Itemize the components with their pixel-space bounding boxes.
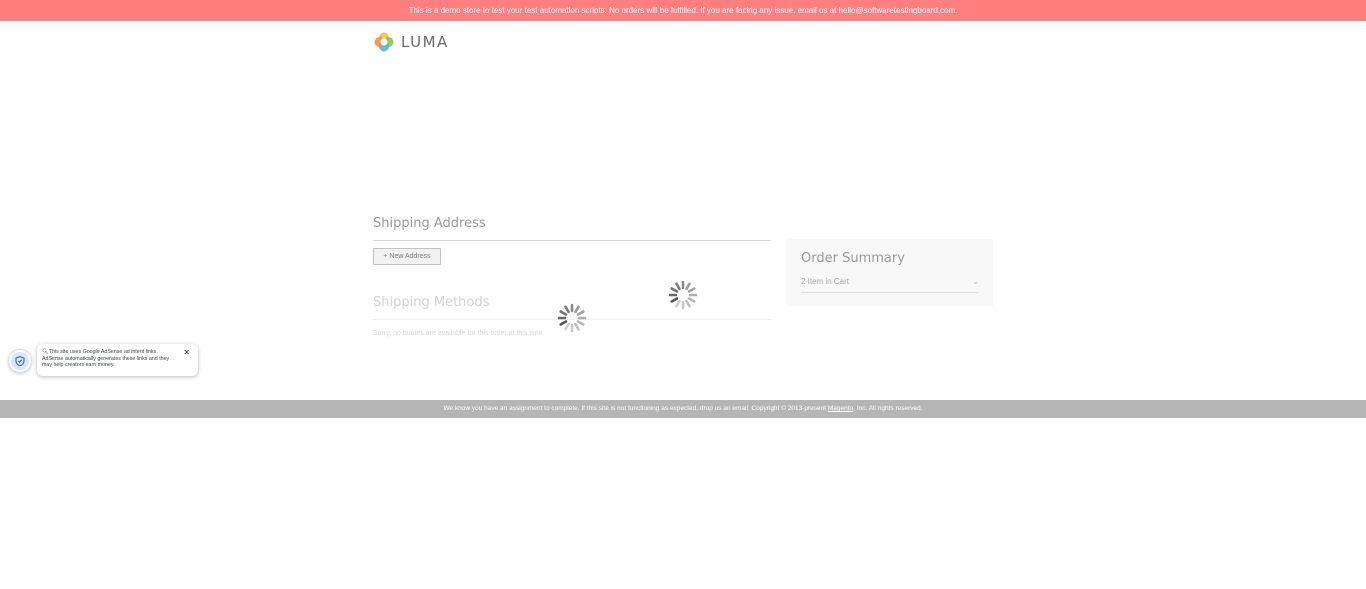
- footer-bar: We know you have an assignment to comple…: [0, 400, 1366, 418]
- order-summary-panel: Order Summary 2 Item in Cart ⌄: [786, 239, 993, 306]
- demo-notice-banner: This is a demo store to test your test a…: [0, 0, 1366, 21]
- adsense-badge-button[interactable]: [8, 349, 32, 373]
- shield-icon: [11, 352, 29, 370]
- footer-text-end: , Inc. All rights reserved.: [853, 405, 923, 412]
- magento-link[interactable]: Magento: [828, 405, 853, 412]
- shipping-methods-title: Shipping Methods: [373, 295, 490, 310]
- close-icon[interactable]: ✕: [183, 348, 190, 358]
- shipping-address-divider: [373, 240, 771, 241]
- adsense-notice-text: This site uses Google AdSense ad intent …: [42, 349, 170, 369]
- adsense-notice-popup: 🔍︎This site uses Google AdSense ad inten…: [37, 344, 198, 376]
- loading-spinner-icon: [668, 280, 698, 310]
- order-summary-divider: [801, 292, 978, 293]
- demo-notice-text: This is a demo store to test your test a…: [408, 6, 958, 15]
- items-in-cart-toggle[interactable]: 2 Item in Cart: [801, 277, 849, 286]
- no-quotes-message: Sorry, no quotes are available for this …: [373, 330, 543, 337]
- order-summary-title: Order Summary: [801, 251, 905, 266]
- luma-logo-link[interactable]: LUMA: [373, 31, 449, 53]
- footer-text: We know you have an assignment to comple…: [443, 405, 828, 412]
- magnifier-icon: 🔍︎: [42, 349, 49, 355]
- logo-text: LUMA: [401, 33, 449, 51]
- shipping-address-title: Shipping Address: [373, 216, 486, 231]
- loading-spinner-icon: [557, 303, 587, 333]
- luma-logo-icon: [374, 32, 394, 52]
- new-address-button[interactable]: + New Address: [373, 248, 441, 265]
- chevron-down-icon[interactable]: ⌄: [972, 276, 980, 287]
